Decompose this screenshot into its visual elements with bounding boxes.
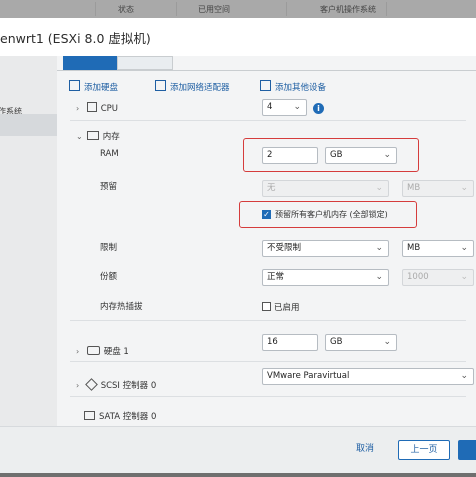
row-divider <box>70 120 466 121</box>
cancel-button[interactable]: 取消 <box>343 440 387 460</box>
chevron-down-icon: ⌄ <box>383 150 391 160</box>
row-divider <box>70 396 466 397</box>
dialog-titlebar: enwrt1 (ESXi 8.0 虚拟机) <box>0 18 476 56</box>
column-header-status: 状态 <box>118 5 134 14</box>
scsi-row-toggle[interactable]: › SCSI 控制器 0 <box>76 378 157 391</box>
chevron-down-icon: ⌄ <box>460 272 468 282</box>
reservation-unit-select: MB ⌄ <box>402 180 474 197</box>
disk-icon <box>69 80 80 91</box>
reserve-all-memory-label: 预留所有客户机内存 (全部锁定) <box>275 210 388 219</box>
row-divider <box>70 361 466 362</box>
cpu-label: CPU <box>100 104 118 114</box>
shares-select[interactable]: 正常 ⌄ <box>262 269 389 286</box>
ram-size-input[interactable]: 2 <box>262 147 318 164</box>
reservation-label: 预留 <box>100 182 118 192</box>
next-button[interactable] <box>458 440 476 460</box>
column-header-guest-os: 客户机操作系统 <box>320 5 376 14</box>
ram-label: RAM <box>100 149 119 159</box>
network-icon <box>155 80 166 91</box>
sata-controller-icon <box>84 411 95 420</box>
cpu-row-toggle[interactable]: › CPU <box>76 102 118 114</box>
disk-label: 硬盘 1 <box>103 347 129 357</box>
column-divider <box>176 2 177 16</box>
chevron-down-icon: ⌄ <box>460 243 468 253</box>
reserve-all-memory-checkbox[interactable]: ✓ <box>262 210 271 219</box>
cpu-count-select[interactable]: 4 ⌄ <box>262 99 307 116</box>
chevron-down-icon: ⌄ <box>375 183 383 193</box>
limit-label: 限制 <box>100 243 118 253</box>
chevron-down-icon: ⌄ <box>383 337 391 347</box>
disk-icon <box>86 346 100 355</box>
memory-icon <box>86 131 99 140</box>
memory-row-toggle[interactable]: ⌄ 内存 <box>76 130 120 142</box>
column-header-used-space: 已用空间 <box>198 5 230 14</box>
edit-vm-dialog: enwrt1 (ESXi 8.0 虚拟机) 操作系统 添加硬盘 添加网络适配器 … <box>0 18 476 474</box>
add-disk-button[interactable]: 添加硬盘 <box>69 80 118 93</box>
back-button[interactable]: 上一页 <box>398 440 450 460</box>
column-divider <box>286 2 287 16</box>
chevron-down-icon: ⌄ <box>460 183 468 193</box>
column-divider <box>95 2 96 16</box>
dialog-title: enwrt1 (ESXi 8.0 虚拟机) <box>0 31 151 46</box>
chevron-down-icon: ⌄ <box>375 243 383 253</box>
memory-label: 内存 <box>102 132 120 142</box>
background-table-header: 状态 已用空间 客户机操作系统 <box>0 0 476 18</box>
chevron-down-icon: ⌄ <box>76 132 83 141</box>
disk-size-input[interactable]: 16 <box>262 334 318 351</box>
limit-unit-select[interactable]: MB ⌄ <box>402 240 474 257</box>
row-divider <box>70 320 466 321</box>
cpu-icon <box>86 102 97 112</box>
wizard-steps-pane: 操作系统 <box>0 56 57 426</box>
chevron-down-icon: ⌄ <box>375 272 383 282</box>
scsi-label: SCSI 控制器 0 <box>100 381 157 391</box>
sata-row[interactable]: SATA 控制器 0 <box>84 410 156 422</box>
dialog-footer: 取消 上一页 <box>0 426 476 474</box>
step-selected[interactable] <box>0 114 57 136</box>
limit-select[interactable]: 不受限制 ⌄ <box>262 240 389 257</box>
scsi-type-select[interactable]: VMware Paravirtual ⌄ <box>262 368 474 385</box>
chevron-down-icon: ⌄ <box>460 371 468 381</box>
chevron-right-icon: › <box>76 104 80 113</box>
background-strip <box>0 473 476 477</box>
sata-label: SATA 控制器 0 <box>99 412 157 422</box>
add-network-adapter-button[interactable]: 添加网络适配器 <box>155 80 230 93</box>
ram-unit-select[interactable]: GB ⌄ <box>325 147 397 164</box>
tabs-underline <box>57 70 476 71</box>
chevron-down-icon: ⌄ <box>293 102 301 112</box>
chevron-right-icon: › <box>76 381 80 390</box>
column-divider <box>386 2 387 16</box>
memory-hotplug-label: 内存热插拔 <box>100 302 143 312</box>
memory-hotplug-checkbox[interactable] <box>262 302 271 311</box>
tab-vm-options[interactable] <box>117 56 173 70</box>
scsi-controller-icon <box>84 378 98 391</box>
shares-number-input: 1000 ⌄ <box>402 269 474 286</box>
disk-row-toggle[interactable]: › 硬盘 1 <box>76 345 129 357</box>
reservation-select: 无 ⌄ <box>262 180 389 197</box>
device-icon <box>260 80 271 91</box>
disk-unit-select[interactable]: GB ⌄ <box>325 334 397 351</box>
chevron-right-icon: › <box>76 347 80 356</box>
shares-label: 份额 <box>100 272 118 282</box>
add-other-device-button[interactable]: 添加其他设备 <box>260 80 326 93</box>
tab-virtual-hardware[interactable] <box>63 56 121 70</box>
memory-hotplug-enabled-label: 已启用 <box>274 303 300 313</box>
info-icon[interactable]: i <box>313 103 324 114</box>
